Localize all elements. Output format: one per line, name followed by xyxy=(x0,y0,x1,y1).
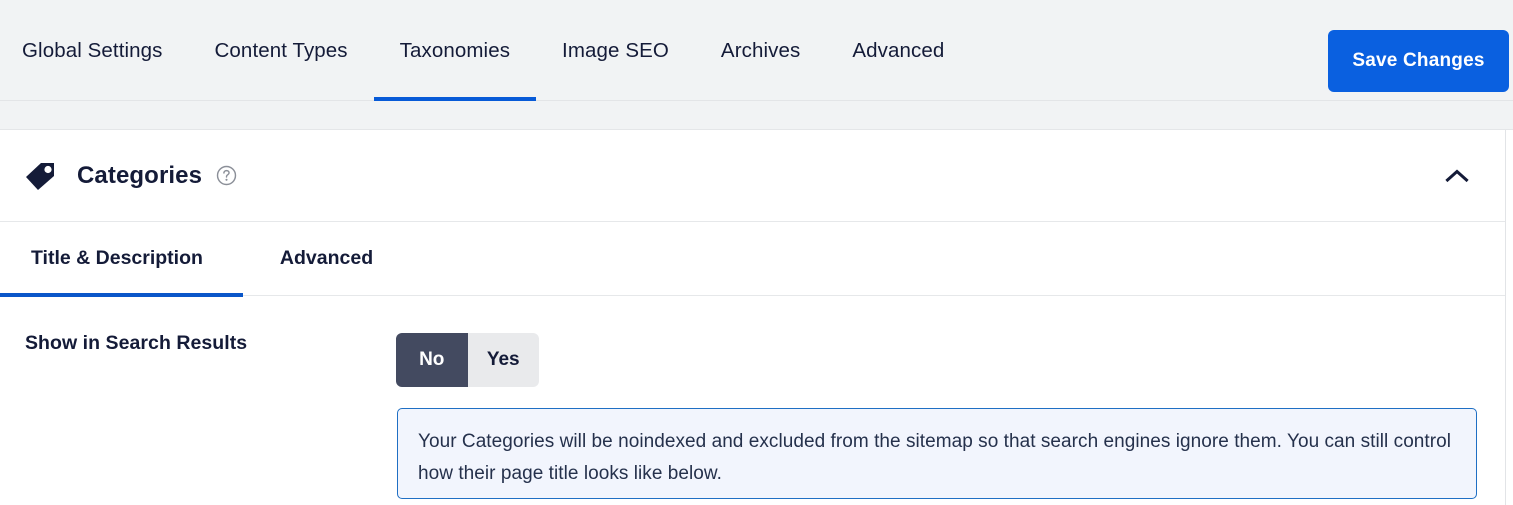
tab-label: Global Settings xyxy=(22,38,163,62)
chevron-up-icon xyxy=(1445,168,1469,182)
tab-taxonomies[interactable]: Taxonomies xyxy=(373,0,537,101)
noindex-notice: Your Categories will be noindexed and ex… xyxy=(397,408,1477,499)
tab-content-types[interactable]: Content Types xyxy=(189,0,374,101)
tab-label: Content Types xyxy=(214,38,348,62)
tab-global-settings[interactable]: Global Settings xyxy=(0,0,189,101)
toolbar-spacer xyxy=(0,101,1513,130)
toggle-option-no[interactable]: No xyxy=(396,333,468,387)
show-in-search-results-row: Show in Search Results xyxy=(0,296,1505,354)
subtab-label: Title & Description xyxy=(31,247,203,269)
card-header: Categories xyxy=(0,130,1505,222)
card-subtab-list: Title & Description Advanced xyxy=(0,222,1505,297)
tab-label: Advanced xyxy=(852,38,945,62)
collapse-section-button[interactable] xyxy=(1442,161,1472,191)
subtab-title-and-description[interactable]: Title & Description xyxy=(0,222,243,297)
help-circle-icon[interactable] xyxy=(216,165,237,186)
toggle-option-yes[interactable]: Yes xyxy=(467,333,539,387)
tab-label: Taxonomies xyxy=(399,38,511,62)
settings-page: Global Settings Content Types Taxonomies… xyxy=(0,0,1513,505)
top-tab-list: Global Settings Content Types Taxonomies… xyxy=(0,0,970,101)
subtab-advanced[interactable]: Advanced xyxy=(243,222,410,296)
tab-label: Image SEO xyxy=(562,38,669,62)
save-changes-button[interactable]: Save Changes xyxy=(1328,30,1509,92)
top-navigation-bar: Global Settings Content Types Taxonomies… xyxy=(0,0,1513,101)
show-in-search-results-toggle[interactable]: No Yes xyxy=(396,333,539,387)
setting-label: Show in Search Results xyxy=(25,332,248,354)
tab-image-seo[interactable]: Image SEO xyxy=(536,0,695,101)
notice-text: Your Categories will be noindexed and ex… xyxy=(418,431,1452,484)
subtab-label: Advanced xyxy=(279,247,374,269)
tab-advanced[interactable]: Advanced xyxy=(826,0,970,101)
tab-archives[interactable]: Archives xyxy=(695,0,826,101)
card-title: Categories xyxy=(77,161,203,189)
tag-icon xyxy=(26,162,54,190)
tab-label: Archives xyxy=(720,38,801,62)
